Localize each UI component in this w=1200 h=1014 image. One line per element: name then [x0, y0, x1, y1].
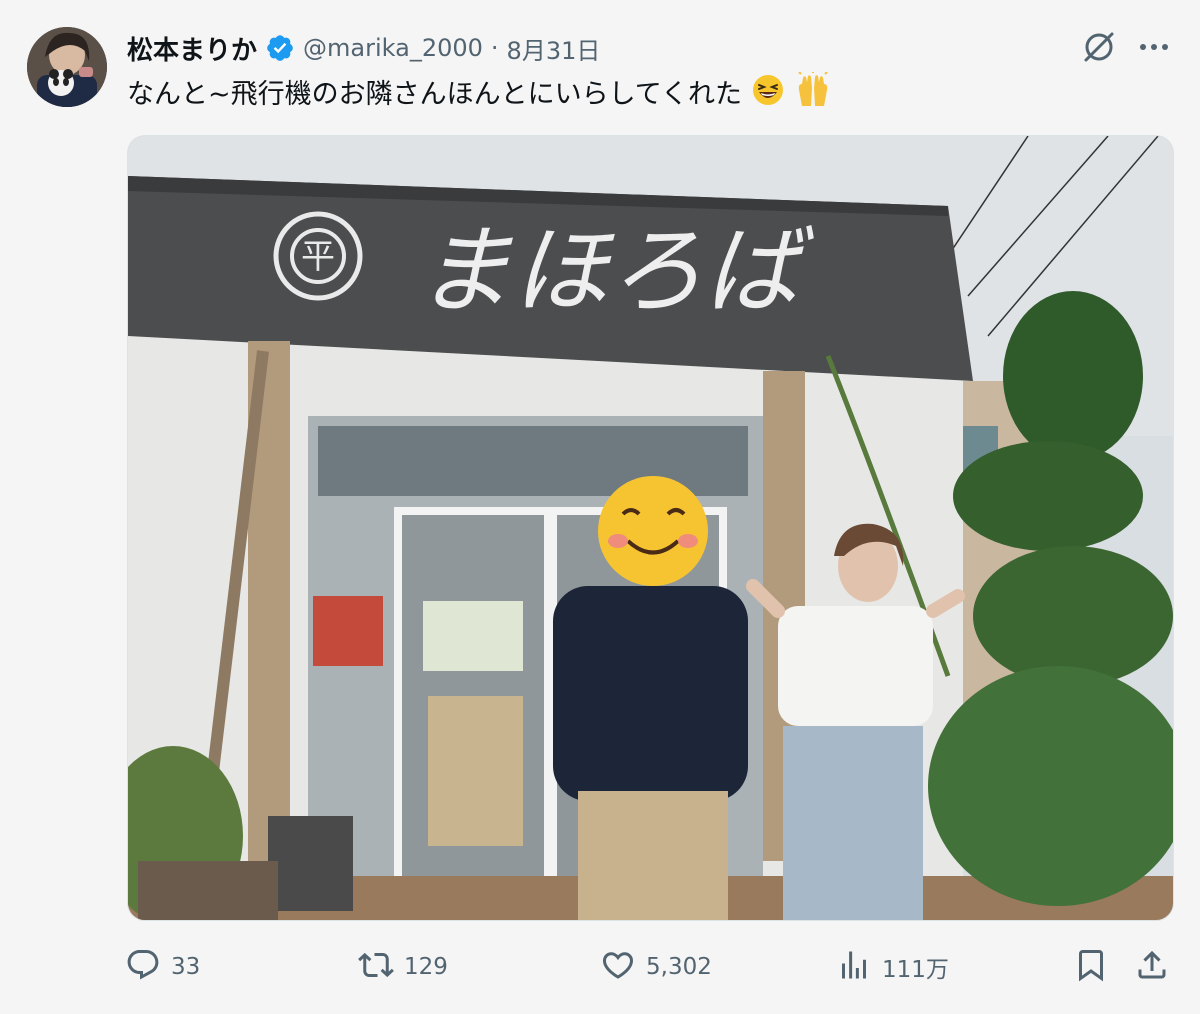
tweet-text-content: なんと~飛行機のお隣さんほんとにいらしてくれた [127, 79, 743, 110]
tweet-text: なんと~飛行機のお隣さんほんとにいらしてくれた [127, 71, 833, 119]
share-icon [1134, 947, 1170, 987]
grok-icon[interactable] [1080, 28, 1118, 66]
handle[interactable]: @marika_2000 [303, 34, 483, 62]
share-button[interactable] [1134, 945, 1170, 989]
tweet-header: 松本まりか @marika_2000 · 8月31日 [127, 30, 600, 66]
like-button[interactable]: 5,302 [600, 945, 712, 989]
views-count: 111万 [882, 957, 949, 983]
separator-dot: · [490, 34, 499, 62]
tweet-photo[interactable]: 平 まほろば [127, 135, 1174, 921]
sign-logo-text: 平 [301, 237, 335, 277]
display-name[interactable]: 松本まりか [127, 30, 257, 67]
raising-hands-emoji-icon [793, 71, 833, 119]
more-icon[interactable] [1136, 30, 1172, 64]
tweet-date[interactable]: 8月31日 [507, 31, 601, 66]
bookmark-button[interactable] [1073, 945, 1109, 989]
photo-image: 平 まほろば [128, 136, 1173, 920]
grinning-squinting-emoji-icon [751, 73, 785, 118]
repost-count: 129 [404, 954, 448, 980]
views-icon [836, 947, 872, 987]
heart-icon [600, 947, 636, 987]
reply-count: 33 [171, 954, 201, 980]
reply-button[interactable]: 33 [125, 945, 200, 989]
views-button[interactable]: 111万 [836, 945, 949, 989]
repost-icon [358, 947, 394, 987]
avatar-image [27, 27, 107, 107]
tweet-card: 松本まりか @marika_2000 · 8月31日 なんと~飛行機のお隣さんほ… [0, 0, 1200, 1014]
action-bar: 33 129 5,302 111万 [0, 945, 1200, 989]
verified-badge-icon [265, 33, 295, 63]
like-count: 5,302 [646, 954, 712, 980]
bookmark-icon [1073, 947, 1109, 987]
avatar[interactable] [27, 27, 107, 107]
reply-icon [125, 947, 161, 987]
sign-text: まほろば [416, 215, 814, 327]
repost-button[interactable]: 129 [358, 945, 448, 989]
